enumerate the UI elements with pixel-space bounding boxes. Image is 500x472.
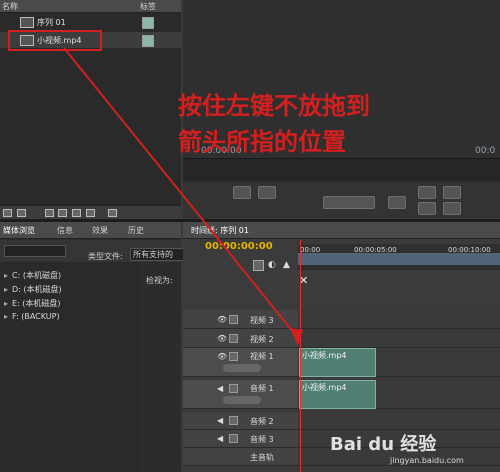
watermark-logo: Bai du 经验: [330, 434, 437, 455]
instruction-annotation: 按住左键不放拖到 箭头所指的位置: [178, 88, 438, 160]
arrow-head: [290, 328, 303, 346]
instruction-line-1: 按住左键不放拖到: [178, 92, 370, 120]
drag-arrow: [63, 47, 303, 346]
watermark-url: jingyan.baidu.com: [390, 456, 464, 465]
instruction-line-2: 箭头所指的位置: [178, 128, 346, 156]
